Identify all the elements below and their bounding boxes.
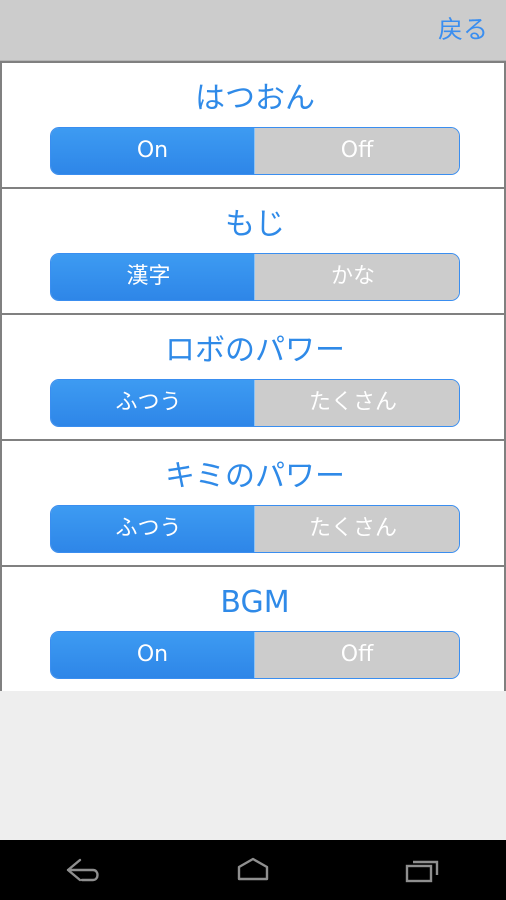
segment-option-label: On [136,138,169,163]
segmented-control: ふつう たくさん [50,505,460,553]
segment-option-label: たくさん [308,390,397,415]
setting-card: BGM On Off [0,565,506,693]
segment-option[interactable]: On [51,128,255,174]
segment-option-label: 漢字 [126,264,171,289]
setting-card: もじ漢字 かな [0,187,506,313]
app-header: 戻る [0,0,506,61]
segment-option[interactable]: かな [255,254,459,300]
segment-option[interactable]: たくさん [255,506,459,552]
segment-option[interactable]: 漢字 [51,254,255,300]
nav-home-button[interactable] [169,840,338,900]
segment-option-label: かな [330,264,375,289]
segment-option[interactable]: たくさん [255,380,459,426]
segmented-control: ふつう たくさん [50,379,460,427]
segment-option-label: Off [340,138,374,163]
android-navigation-bar [0,840,506,900]
nav-back-button[interactable] [0,840,169,900]
segmented-control: 漢字 かな [50,253,460,301]
back-button[interactable]: 戻る [438,14,488,46]
home-icon [229,853,277,887]
setting-card: はつおん On Off [0,61,506,187]
segmented-control: On Off [50,631,460,679]
segment-option[interactable]: Off [255,128,459,174]
segment-option[interactable]: ふつう [51,380,255,426]
settings-list: はつおん On Off もじ 漢字 かな ロボのパワー ふつう たくさん キミのパワー ふつう たくさ… [0,61,506,693]
segment-option-label: ふつう [115,390,182,415]
segmented-control: On Off [50,127,460,175]
segment-option[interactable]: On [51,632,255,678]
setting-title: はつおん [195,81,315,116]
back-arrow-icon [60,853,108,887]
nav-recents-button[interactable] [337,840,506,900]
content-filler [0,691,506,840]
setting-title: キミのパワー [165,459,345,494]
setting-title: BGM [220,585,290,620]
segment-option-label: On [136,642,169,667]
segment-option-label: たくさん [308,516,397,541]
app-root: 戻る はつおん On Off もじ 漢字 かな ロボのパワー ふつう たくさん キミのパワー ふつう… [0,0,506,900]
setting-title: もじ [225,207,285,242]
recents-icon [398,853,446,887]
segment-option[interactable]: Off [255,632,459,678]
setting-card: ロボのパワーふつう たくさん [0,313,506,439]
setting-title: ロボのパワー [165,333,345,368]
segment-option[interactable]: ふつう [51,506,255,552]
segment-option-label: Off [340,642,374,667]
setting-card: キミのパワーふつう たくさん [0,439,506,565]
segment-option-label: ふつう [115,516,182,541]
